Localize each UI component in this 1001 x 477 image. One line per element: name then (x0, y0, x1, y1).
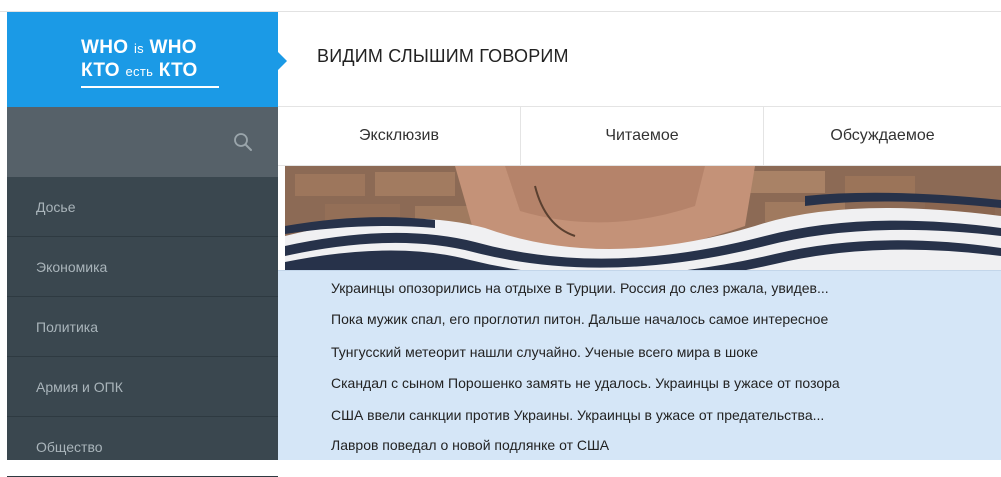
logo-underline (81, 86, 219, 88)
list-item[interactable]: Украинцы опозорились на отдыхе в Турции.… (331, 280, 829, 296)
sidebar-nav: Досье Экономика Политика Армия и ОПК Общ… (7, 177, 278, 477)
list-item[interactable]: Лавров поведал о новой подлянке от США (331, 437, 609, 453)
list-item[interactable]: Тунгусский метеорит нашли случайно. Учен… (331, 344, 758, 360)
logo-word: есть (125, 64, 154, 79)
sidebar-item-society[interactable]: Общество (7, 417, 278, 477)
logo-line-1: WHO is WHO (81, 37, 221, 60)
sidebar-item-army[interactable]: Армия и ОПК (7, 357, 278, 417)
search-bar (7, 107, 278, 177)
sidebar: WHO is WHO КТО есть КТО Досье Экономика … (7, 12, 278, 477)
header-arrow-icon (278, 52, 287, 70)
tab-most-read[interactable]: Читаемое (521, 107, 764, 165)
logo-word: WHO (149, 37, 197, 58)
tab-exclusive[interactable]: Эксклюзив (278, 107, 521, 165)
list-item[interactable]: Пока мужик спал, его проглотил питон. Да… (331, 311, 828, 327)
logo-word: КТО (81, 60, 120, 81)
search-input[interactable] (27, 127, 221, 159)
search-icon[interactable] (232, 131, 254, 153)
logo-word: КТО (158, 60, 198, 81)
site-logo[interactable]: WHO is WHO КТО есть КТО (7, 12, 278, 107)
top-border (0, 0, 1001, 12)
tab-bar: Эксклюзив Читаемое Обсуждаемое (278, 107, 1001, 166)
sidebar-item-economy[interactable]: Экономика (7, 237, 278, 297)
logo-line-2: КТО есть КТО (81, 60, 221, 83)
page-header: ВИДИМ СЛЫШИМ ГОВОРИМ (278, 12, 1001, 107)
hero-photo-illustration (285, 166, 1001, 270)
tab-most-discussed[interactable]: Обсуждаемое (764, 107, 1001, 165)
logo-text: WHO is WHO КТО есть КТО (81, 37, 221, 88)
hero-image[interactable] (285, 166, 1001, 270)
list-item[interactable]: США ввели санкции против Украины. Украин… (331, 407, 824, 423)
logo-word: WHO (81, 37, 129, 58)
list-item[interactable]: Скандал с сыном Порошенко замять не удал… (331, 375, 840, 391)
sidebar-item-dossier[interactable]: Досье (7, 177, 278, 237)
page-title: ВИДИМ СЛЫШИМ ГОВОРИМ (317, 46, 569, 66)
headline-list: Украинцы опозорились на отдыхе в Турции.… (278, 270, 1001, 460)
logo-word: is (133, 41, 144, 56)
sidebar-item-politics[interactable]: Политика (7, 297, 278, 357)
